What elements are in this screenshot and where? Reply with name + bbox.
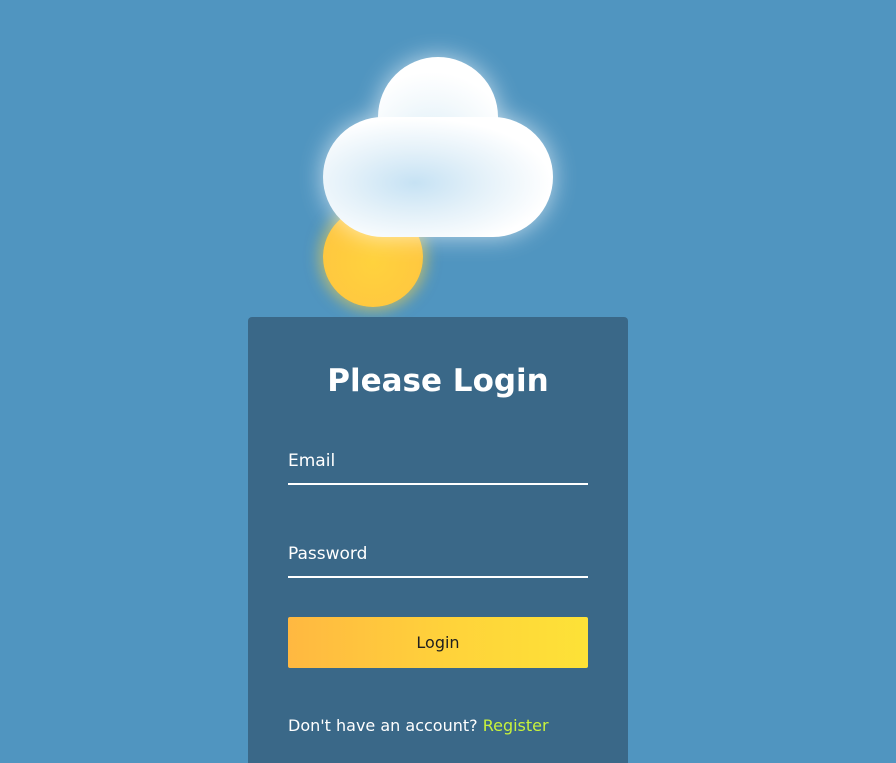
cloud-icon [323, 57, 553, 237]
login-button[interactable]: Login [288, 617, 588, 668]
register-prompt: Don't have an account? [288, 716, 483, 735]
page-title: Please Login [327, 363, 549, 399]
register-link[interactable]: Register [483, 716, 549, 735]
weather-illustration [0, 0, 896, 320]
cloud-base [323, 117, 553, 237]
password-field[interactable] [288, 530, 588, 576]
password-field-wrapper [288, 530, 588, 578]
email-field[interactable] [288, 437, 588, 483]
login-card: Please Login Login Don't have an account… [248, 317, 628, 763]
register-row: Don't have an account? Register [288, 715, 608, 737]
email-field-wrapper [288, 437, 588, 485]
